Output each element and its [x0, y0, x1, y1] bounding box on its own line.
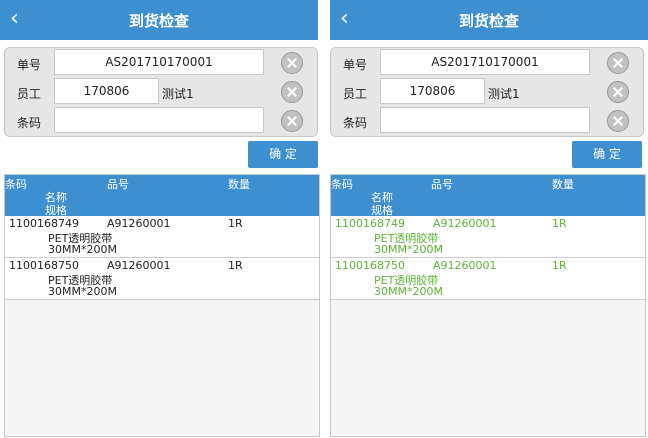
list-item[interactable]: 1100168750 A91260001 1R PET透明胶带 30MM*200…	[5, 258, 319, 300]
employee-label: 员工	[343, 87, 368, 101]
item-part-no: A91260001	[433, 217, 497, 230]
item-part-no: A91260001	[433, 259, 497, 272]
input-form: 单号 AS201710170001 员工 170806 测试1 条码	[4, 47, 318, 137]
item-list: 条码 品号 数量 名称 规格 1100168749 A91260001 1R P…	[330, 174, 646, 437]
col-part-no: 品号	[107, 178, 129, 191]
col-barcode: 条码	[5, 178, 27, 191]
col-qty: 数量	[228, 178, 250, 191]
item-spec: 30MM*200M	[374, 243, 443, 256]
employee-label: 员工	[17, 87, 42, 101]
screen-right: ‹ 到货检查 单号 AS201710170001 员工 170806 测试1 条…	[330, 0, 648, 438]
employee-name: 测试1	[488, 87, 520, 101]
app-header: ‹ 到货检查	[0, 0, 318, 40]
list-item[interactable]: 1100168749 A91260001 1R PET透明胶带 30MM*200…	[5, 216, 319, 258]
barcode-label: 条码	[343, 116, 368, 130]
order-input[interactable]: AS201710170001	[54, 49, 264, 75]
page-title: 到货检查	[458, 12, 519, 30]
screen-left: ‹ 到货检查 单号 AS201710170001 员工 170806 测试1 条…	[0, 0, 320, 438]
list-item[interactable]: 1100168750 A91260001 1R PET透明胶带 30MM*200…	[331, 258, 645, 300]
item-list: 条码 品号 数量 名称 规格 1100168749 A91260001 1R P…	[4, 174, 320, 437]
clear-x-icon[interactable]	[607, 52, 629, 74]
item-spec: 30MM*200M	[48, 285, 117, 298]
barcode-label: 条码	[17, 116, 42, 130]
col-qty: 数量	[552, 178, 574, 191]
clear-x-icon[interactable]	[607, 110, 629, 132]
item-barcode: 1100168749	[9, 217, 79, 230]
col-barcode: 条码	[331, 178, 353, 191]
order-label: 单号	[343, 58, 368, 72]
item-barcode: 1100168750	[9, 259, 79, 272]
clear-x-icon[interactable]	[607, 81, 629, 103]
item-qty: 1R	[552, 259, 567, 272]
barcode-input[interactable]	[54, 107, 264, 133]
item-part-no: A91260001	[107, 217, 171, 230]
item-spec: 30MM*200M	[48, 243, 117, 256]
confirm-button[interactable]: 确 定	[572, 141, 642, 168]
col-part-no: 品号	[431, 178, 453, 191]
clear-x-icon[interactable]	[281, 110, 303, 132]
barcode-input[interactable]	[380, 107, 590, 133]
order-input[interactable]: AS201710170001	[380, 49, 590, 75]
app-header: ‹ 到货检查	[330, 0, 648, 40]
employee-name: 测试1	[162, 87, 194, 101]
employee-input[interactable]: 170806	[54, 78, 159, 104]
item-qty: 1R	[552, 217, 567, 230]
confirm-button[interactable]: 确 定	[248, 141, 318, 168]
item-part-no: A91260001	[107, 259, 171, 272]
item-barcode: 1100168750	[335, 259, 405, 272]
item-qty: 1R	[228, 217, 243, 230]
input-form: 单号 AS201710170001 员工 170806 测试1 条码	[330, 47, 644, 137]
order-label: 单号	[17, 58, 42, 72]
clear-x-icon[interactable]	[281, 81, 303, 103]
item-barcode: 1100168749	[335, 217, 405, 230]
page-title: 到货检查	[128, 12, 189, 30]
item-qty: 1R	[228, 259, 243, 272]
item-spec: 30MM*200M	[374, 285, 443, 298]
list-item[interactable]: 1100168749 A91260001 1R PET透明胶带 30MM*200…	[331, 216, 645, 258]
list-header: 条码 品号 数量 名称 规格	[5, 175, 319, 217]
list-header: 条码 品号 数量 名称 规格	[331, 175, 645, 217]
employee-input[interactable]: 170806	[380, 78, 485, 104]
clear-x-icon[interactable]	[281, 52, 303, 74]
